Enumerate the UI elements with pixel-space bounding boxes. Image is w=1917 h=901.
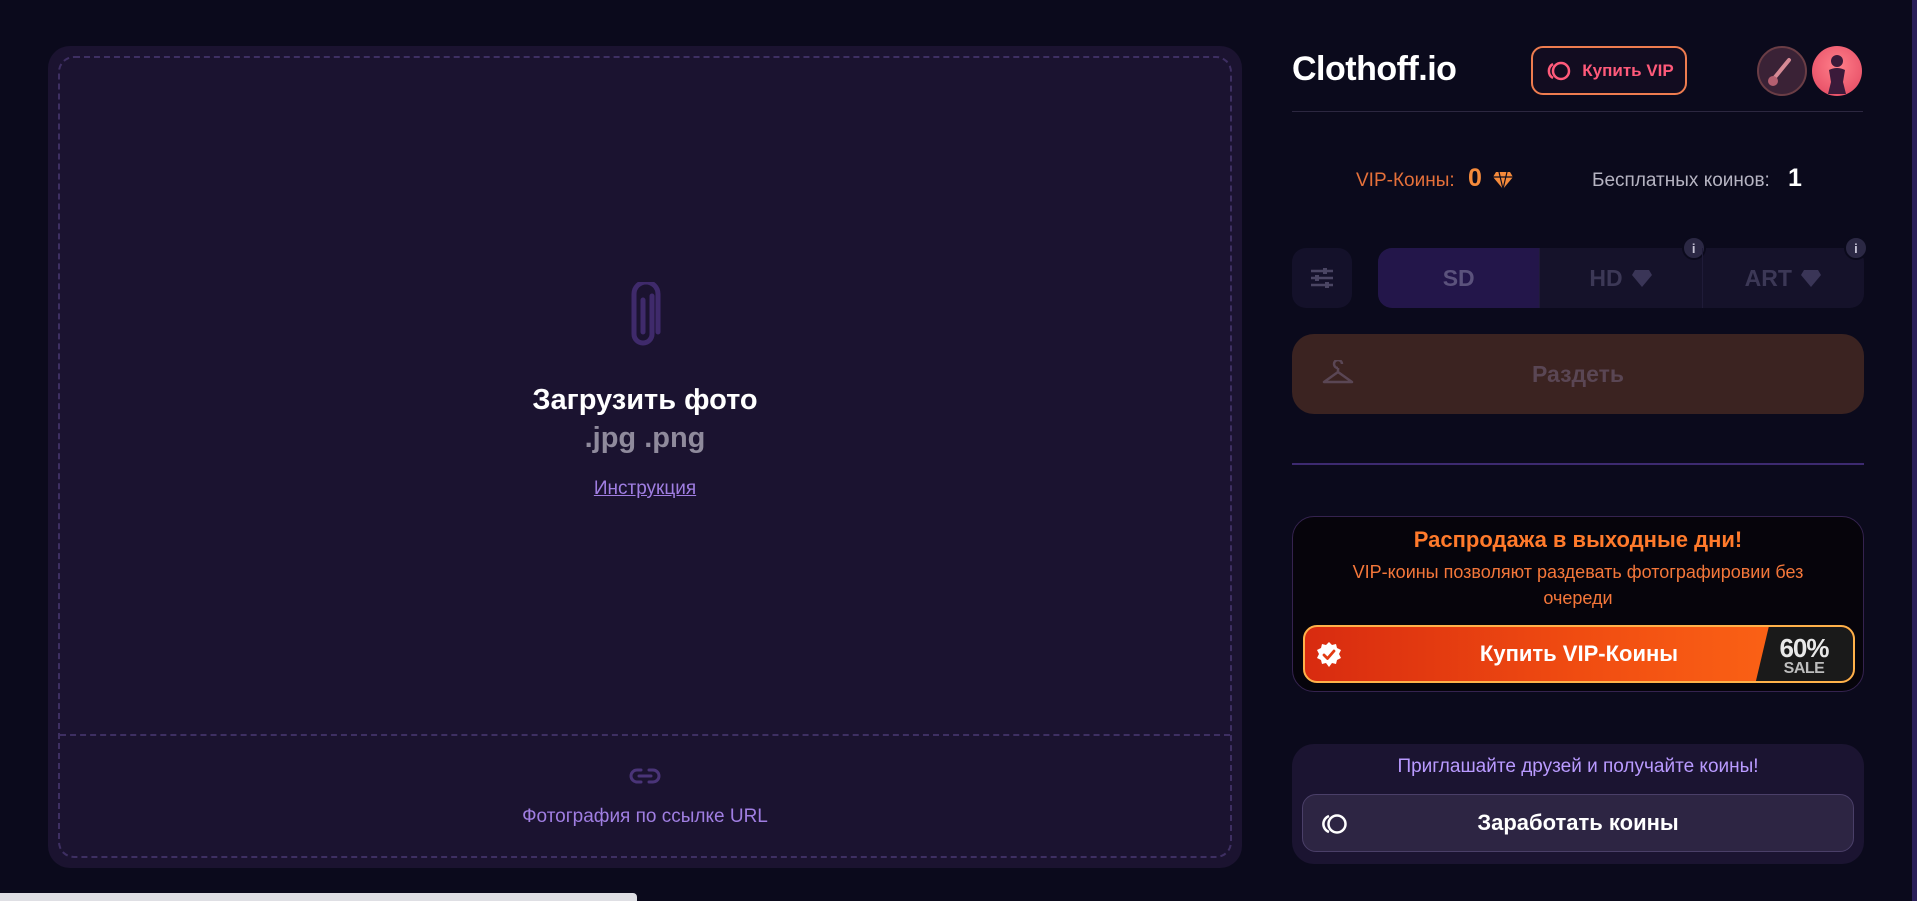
- vip-coins-label: VIP-Коины:: [1356, 170, 1455, 191]
- coin-icon: [1322, 814, 1347, 834]
- brand-logo[interactable]: Clothoff.io: [1292, 50, 1457, 89]
- buy-vip-coins-label: Купить VIP-Коины: [1479, 641, 1679, 666]
- instruction-link[interactable]: Инструкция: [60, 478, 1230, 500]
- upload-card: Загрузить фото .jpg .png Инструкция Фото…: [48, 46, 1242, 868]
- sale-word: SALE: [1783, 660, 1825, 677]
- sale-percent: 60%: [1779, 633, 1829, 663]
- gem-icon: [1493, 171, 1513, 190]
- paperclip-icon: [631, 282, 661, 346]
- sliders-icon: [1311, 268, 1333, 288]
- sale-badge: 60% SALE: [1755, 627, 1853, 681]
- tab-sd[interactable]: SD: [1378, 248, 1540, 308]
- promo-card: Распродажа в выходные дни! VIP-коины поз…: [1292, 516, 1864, 692]
- gem-icon: [1631, 270, 1652, 287]
- coin-icon: [1547, 61, 1571, 80]
- photo-url-button[interactable]: Фотография по ссылке URL: [60, 806, 1230, 828]
- free-coins-value: 1: [1788, 164, 1802, 192]
- scrollbar[interactable]: [1912, 0, 1917, 901]
- quality-selector: SD HD i ART i: [1378, 236, 1868, 308]
- tab-hd[interactable]: HD i: [1539, 236, 1706, 308]
- header-divider: [1292, 111, 1863, 112]
- free-coins-label: Бесплатных коинов:: [1592, 170, 1770, 191]
- tab-sd-label: SD: [1442, 264, 1475, 291]
- promo-title: Распродажа в выходные дни!: [1413, 527, 1743, 552]
- undress-label: Раздеть: [1531, 360, 1625, 387]
- promo-description: VIP-коины позволяют раздевать фотографир…: [1352, 562, 1804, 608]
- buy-vip-button[interactable]: Купить VIP: [1531, 46, 1687, 95]
- brush-avatar[interactable]: [1757, 46, 1807, 96]
- invite-text: Приглашайте друзей и получайте коины!: [1397, 756, 1759, 777]
- tab-art[interactable]: ART i: [1701, 236, 1868, 308]
- status-bar: [0, 893, 637, 901]
- invite-card: Приглашайте друзей и получайте коины! За…: [1292, 744, 1864, 864]
- user-silhouette-icon: [1828, 55, 1846, 94]
- tab-hd-label: HD: [1589, 264, 1623, 291]
- undress-button[interactable]: Раздеть: [1292, 334, 1864, 414]
- earn-coins-label: Заработать коины: [1477, 810, 1679, 835]
- vip-coins-value: 0: [1468, 164, 1482, 192]
- brush-icon: [1768, 58, 1791, 86]
- link-icon: [629, 768, 661, 784]
- gem-icon: [1800, 270, 1821, 287]
- section-divider: [1292, 463, 1864, 465]
- buy-vip-coins-button[interactable]: Купить VIP-Коины 60% SALE: [1303, 625, 1855, 683]
- info-icon[interactable]: i: [1843, 236, 1868, 260]
- settings-button[interactable]: [1292, 248, 1352, 308]
- user-avatar[interactable]: [1812, 46, 1862, 96]
- buy-vip-label: Купить VIP: [1582, 60, 1674, 80]
- tab-art-label: ART: [1744, 264, 1792, 291]
- verified-check-icon: [1317, 642, 1341, 667]
- zone-divider: [60, 734, 1230, 736]
- upload-title: Загрузить фото: [532, 384, 758, 416]
- upload-formats: .jpg .png: [584, 422, 706, 454]
- hanger-icon: [1322, 360, 1354, 384]
- upload-dropzone[interactable]: Загрузить фото .jpg .png Инструкция Фото…: [58, 56, 1232, 858]
- earn-coins-button[interactable]: Заработать коины: [1302, 794, 1854, 852]
